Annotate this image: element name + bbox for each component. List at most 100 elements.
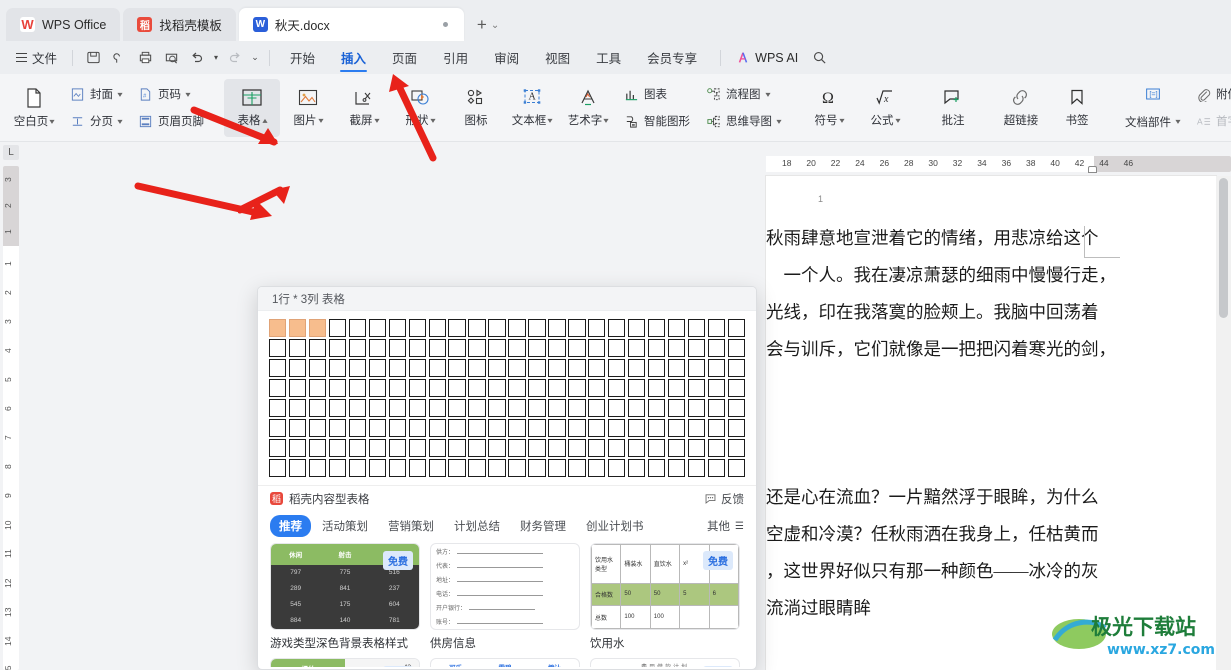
table-grid-cell[interactable] <box>528 319 546 337</box>
table-grid-cell[interactable] <box>328 319 347 337</box>
symbol-button[interactable]: Ω 符号 ▾ <box>801 79 857 137</box>
category-other-button[interactable]: 其他 ☰ <box>707 518 744 534</box>
table-grid-cell[interactable] <box>448 459 466 477</box>
table-grid-cell[interactable] <box>568 319 586 337</box>
insert-table-dropdown-panel[interactable]: 1行 * 3列 表格 稻 稻壳内容型表格 反馈 推荐 活动策划 营销策划 计划总… <box>257 286 757 670</box>
table-grid-cell[interactable] <box>588 379 606 397</box>
table-grid-cell[interactable] <box>468 399 486 417</box>
smartart-button[interactable]: 智能图形 <box>620 109 694 134</box>
category-finance[interactable]: 财务管理 <box>511 515 575 537</box>
formula-button[interactable]: x 公式 ▾ <box>857 79 913 137</box>
file-menu-button[interactable]: 文件 <box>8 48 65 67</box>
table-grid-cell[interactable] <box>368 359 387 377</box>
table-grid-cell[interactable] <box>488 439 506 457</box>
table-grid-cell[interactable] <box>508 319 526 337</box>
table-grid-cell[interactable] <box>607 439 626 457</box>
textbox-button[interactable]: A 文本框 ▾ <box>504 79 560 137</box>
table-grid-cell[interactable] <box>408 359 426 377</box>
tab-wps-office[interactable]: W WPS Office <box>6 8 121 41</box>
table-grid-cell[interactable] <box>667 379 686 397</box>
blank-page-button[interactable]: 空白页 ▾ <box>6 79 62 137</box>
tab-document-qiutian[interactable]: W 秋天.docx <box>238 8 464 41</box>
table-grid-cell[interactable] <box>269 379 287 397</box>
table-grid-cell[interactable] <box>528 439 546 457</box>
table-grid-cell[interactable] <box>707 459 726 477</box>
table-grid-row[interactable] <box>269 379 745 397</box>
template-thumbnail[interactable]: 免费 费用借款计划 日期金额利率折旧日期 <box>590 658 740 667</box>
vertical-scrollbar[interactable] <box>1216 176 1231 670</box>
table-grid-cell[interactable] <box>408 419 426 437</box>
table-grid-cell[interactable] <box>588 319 606 337</box>
table-grid-cell[interactable] <box>707 359 726 377</box>
table-grid-cell[interactable] <box>508 439 526 457</box>
table-grid-cell[interactable] <box>468 319 486 337</box>
document-line[interactable] <box>766 368 1210 405</box>
indent-marker[interactable] <box>1088 166 1097 173</box>
table-grid-cell[interactable] <box>348 439 367 457</box>
table-grid-cell[interactable] <box>607 459 626 477</box>
table-grid-cell[interactable] <box>448 359 466 377</box>
scrollbar-thumb[interactable] <box>1219 178 1228 318</box>
chevron-down-icon[interactable]: ▾ <box>895 116 900 125</box>
table-size-grid[interactable] <box>258 311 756 485</box>
new-tab-button[interactable]: + ⌄ <box>467 15 505 41</box>
table-grid-cell[interactable] <box>388 399 407 417</box>
table-grid-cell[interactable] <box>408 399 426 417</box>
insert-picture-button[interactable]: 图片 ▾ <box>280 79 336 137</box>
table-grid-cell[interactable] <box>388 319 407 337</box>
table-grid-cell[interactable] <box>368 339 387 357</box>
save-icon[interactable] <box>80 47 106 69</box>
table-grid-cell[interactable] <box>388 359 407 377</box>
feedback-button[interactable]: 反馈 <box>704 491 744 507</box>
table-grid-cell[interactable] <box>687 379 706 397</box>
table-grid-cell[interactable] <box>607 319 626 337</box>
table-grid-cell[interactable] <box>588 459 606 477</box>
table-grid-cell[interactable] <box>348 379 367 397</box>
table-grid-cell[interactable] <box>408 439 426 457</box>
table-grid-cell[interactable] <box>727 359 745 377</box>
category-event-planning[interactable]: 活动策划 <box>313 515 377 537</box>
table-grid-cell[interactable] <box>568 439 586 457</box>
table-grid-cell[interactable] <box>588 359 606 377</box>
table-grid-cell[interactable] <box>548 439 566 457</box>
template-card[interactable]: 免费 螺丝42 扳手22 十字批55 一字批78 头盔90 凹凸感表格样式工具 <box>270 658 420 667</box>
table-grid-cell[interactable] <box>528 359 546 377</box>
flowchart-button[interactable]: 流程图 ▾ <box>702 82 785 107</box>
table-grid-cell[interactable] <box>428 339 446 357</box>
table-grid-cell[interactable] <box>328 399 347 417</box>
page-break-button[interactable]: 分页 ▾ <box>66 109 126 134</box>
document-line[interactable]: 光线，印在我落寞的脸颊上。我脑中回荡着 <box>766 294 1210 331</box>
table-grid-cell[interactable] <box>627 339 646 357</box>
chevron-down-icon[interactable]: ▾ <box>318 116 323 125</box>
table-grid-cell[interactable] <box>687 359 706 377</box>
table-grid-cell[interactable] <box>308 439 327 457</box>
table-grid-cell[interactable] <box>348 399 367 417</box>
list-menu-icon[interactable]: ☰ <box>735 521 744 532</box>
table-grid-cell[interactable] <box>269 439 287 457</box>
table-grid-cell[interactable] <box>627 379 646 397</box>
table-grid-cell[interactable] <box>508 459 526 477</box>
table-grid-cell[interactable] <box>328 359 347 377</box>
table-grid-cell[interactable] <box>328 339 347 357</box>
table-grid-cell[interactable] <box>448 439 466 457</box>
document-page[interactable]: 1 秋雨肆意地宣泄着它的情绪，用悲凉给这个 一个人。我在凄凉萧瑟的细雨中慢慢行走… <box>766 176 1216 670</box>
table-grid-cell[interactable] <box>647 359 666 377</box>
horizontal-ruler[interactable]: 18 20 22 24 26 28 30 32 34 36 38 40 42 44 46 <box>766 156 1231 173</box>
table-grid-cell[interactable] <box>727 439 745 457</box>
template-gallery[interactable]: 免费 休闲 射击 797 775 516 289 841 237 545 175 604 88… <box>258 543 756 667</box>
chevron-up-icon[interactable]: ▴ <box>262 116 267 125</box>
category-plan-summary[interactable]: 计划总结 <box>445 515 509 537</box>
table-grid-cell[interactable] <box>667 439 686 457</box>
table-grid-cell[interactable] <box>428 439 446 457</box>
table-grid-cell[interactable] <box>508 419 526 437</box>
table-grid-cell[interactable] <box>428 419 446 437</box>
table-grid-cell[interactable] <box>548 399 566 417</box>
template-thumbnail[interactable]: 免费 螺丝42 扳手22 十字批55 一字批78 头盔90 <box>270 658 420 667</box>
doc-parts-button[interactable]: 文档部件 ▾ <box>1121 109 1184 134</box>
template-thumbnail[interactable]: 免费 休闲 射击 797 775 516 289 841 237 545 175 604 88… <box>270 543 420 630</box>
table-grid-cell[interactable] <box>687 459 706 477</box>
table-grid-cell[interactable] <box>627 459 646 477</box>
table-grid-cell[interactable] <box>607 379 626 397</box>
chevron-down-icon[interactable]: ▾ <box>765 90 770 99</box>
table-grid-cell[interactable] <box>428 459 446 477</box>
